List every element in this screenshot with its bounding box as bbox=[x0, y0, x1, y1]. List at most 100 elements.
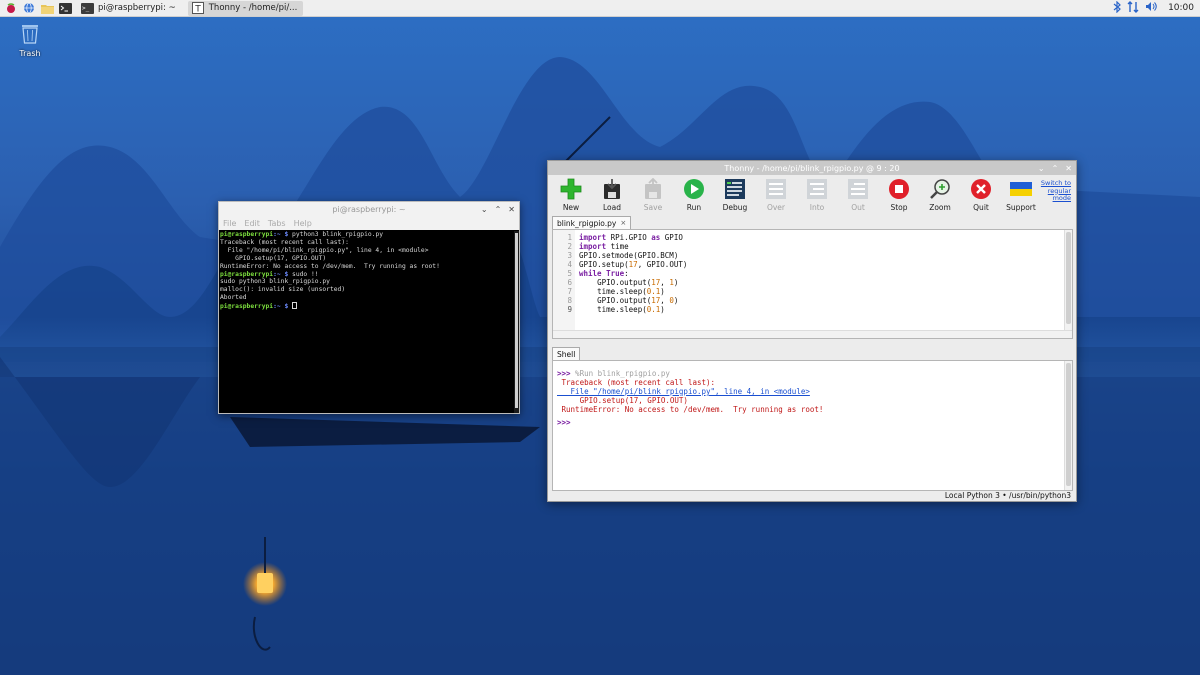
minimize-icon[interactable]: ⌄ bbox=[1038, 164, 1045, 173]
new-file-icon bbox=[560, 178, 582, 200]
terminal-launcher-icon[interactable] bbox=[58, 1, 72, 15]
thonny-icon: T bbox=[191, 1, 205, 15]
maximize-icon[interactable]: ⌃ bbox=[495, 205, 502, 214]
close-icon[interactable]: ✕ bbox=[1065, 164, 1072, 173]
desktop-trash[interactable]: Trash bbox=[14, 22, 46, 58]
run-button[interactable]: Run bbox=[676, 178, 712, 212]
step-into-button[interactable]: Into bbox=[799, 178, 835, 212]
terminal-titlebar[interactable]: pi@raspberrypi: ~ ⌄ ⌃ ✕ bbox=[219, 202, 519, 217]
code-line[interactable]: GPIO.setmode(GPIO.BCM) bbox=[579, 251, 1062, 260]
maximize-icon[interactable]: ⌃ bbox=[1052, 164, 1059, 173]
taskbar-task-label: Thonny - /home/pi/... bbox=[208, 3, 298, 13]
menu-edit[interactable]: Edit bbox=[244, 219, 260, 228]
load-button[interactable]: Load bbox=[594, 178, 630, 212]
shell-run-command: %Run blink_rpigpio.py bbox=[570, 369, 670, 378]
line-number: 9 bbox=[567, 305, 572, 314]
status-bar[interactable]: Local Python 3 • /usr/bin/python3 bbox=[548, 490, 1076, 501]
code-editor[interactable]: 123456789 import RPi.GPIO as GPIO import … bbox=[552, 229, 1073, 339]
menu-tabs[interactable]: Tabs bbox=[268, 219, 286, 228]
svg-text:T: T bbox=[194, 5, 201, 15]
tab-shell[interactable]: Shell bbox=[552, 347, 581, 360]
traceback-file-link[interactable]: File "/home/pi/blink_rpigpio.py", line 4… bbox=[557, 387, 810, 396]
minimize-icon[interactable]: ⌄ bbox=[481, 205, 488, 214]
quit-icon bbox=[971, 179, 991, 199]
code-line[interactable]: GPIO.output(17, 0) bbox=[579, 296, 1062, 305]
terminal-output[interactable]: pi@raspberrypi:~ $ python3 blink_rpigpio… bbox=[219, 231, 514, 413]
web-browser-icon[interactable] bbox=[22, 1, 36, 15]
code-text[interactable]: import RPi.GPIO as GPIO import time GPIO.s… bbox=[579, 233, 1062, 314]
tab-blink-rpigpio[interactable]: blink_rpigpio.py × bbox=[552, 216, 632, 229]
close-icon[interactable]: ✕ bbox=[508, 205, 515, 214]
terminal-menubar: File Edit Tabs Help bbox=[219, 217, 519, 230]
line-number: 4 bbox=[567, 260, 572, 269]
line-number: 5 bbox=[567, 269, 572, 278]
editor-vertical-scrollbar[interactable] bbox=[1064, 230, 1072, 330]
step-out-icon bbox=[848, 179, 868, 199]
taskbar-task-label: pi@raspberrypi: ~ bbox=[98, 3, 176, 13]
volume-icon[interactable] bbox=[1145, 1, 1158, 15]
bluetooth-icon[interactable] bbox=[1113, 0, 1121, 16]
code-line[interactable]: GPIO.setup(17, GPIO.OUT) bbox=[579, 260, 1062, 269]
code-line[interactable]: while True: bbox=[579, 269, 1062, 278]
terminal-window[interactable]: pi@raspberrypi: ~ ⌄ ⌃ ✕ File Edit Tabs H… bbox=[218, 201, 520, 414]
terminal-icon: >_ bbox=[81, 2, 94, 14]
close-tab-icon[interactable]: × bbox=[620, 219, 626, 227]
switch-mode-link[interactable]: Switch to regular mode bbox=[1037, 179, 1071, 203]
terminal-output-line: RuntimeError: No access to /dev/mem. Try… bbox=[220, 262, 440, 270]
zoom-button[interactable]: Zoom bbox=[922, 178, 958, 212]
clock[interactable]: 10:00 bbox=[1168, 3, 1194, 13]
code-line[interactable]: import time bbox=[579, 242, 1062, 251]
step-out-button[interactable]: Out bbox=[840, 178, 876, 212]
terminal-output-line: sudo python3 blink_rpigpio.py bbox=[220, 278, 330, 286]
line-number: 1 bbox=[567, 233, 572, 242]
terminal-scrollbar[interactable] bbox=[514, 231, 519, 413]
terminal-output-line: File "/home/pi/blink_rpigpio.py", line 4… bbox=[220, 246, 429, 254]
traceback-code-line: GPIO.setup(17, GPIO.OUT) bbox=[557, 396, 688, 405]
debug-button[interactable]: Debug bbox=[717, 178, 753, 212]
terminal-output-line: GPIO.setup(17, GPIO.OUT) bbox=[220, 254, 327, 262]
terminal-prompt-line: pi@raspberrypi:~ $ python3 blink_rpigpio… bbox=[220, 231, 384, 238]
line-number-gutter: 123456789 bbox=[553, 230, 575, 330]
debug-icon bbox=[725, 179, 745, 199]
new-button[interactable]: New bbox=[553, 178, 589, 212]
shell-output[interactable]: >>> %Run blink_rpigpio.py Traceback (mos… bbox=[557, 369, 1062, 427]
traceback-header: Traceback (most recent call last): bbox=[557, 378, 716, 387]
stop-button[interactable]: Stop bbox=[881, 178, 917, 212]
ukraine-flag-icon bbox=[1010, 182, 1032, 196]
shell-panel[interactable]: >>> %Run blink_rpigpio.py Traceback (mos… bbox=[552, 360, 1073, 491]
code-line[interactable]: time.sleep(0.1) bbox=[579, 305, 1062, 314]
shell-prompt[interactable]: >>> bbox=[557, 418, 571, 427]
terminal-cursor bbox=[292, 302, 298, 310]
thonny-window[interactable]: Thonny - /home/pi/blink_rpigpio.py @ 9 :… bbox=[547, 160, 1077, 502]
file-manager-icon[interactable] bbox=[40, 1, 54, 15]
support-button[interactable]: Support bbox=[1003, 178, 1039, 212]
terminal-output-line: Aborted bbox=[220, 294, 247, 302]
editor-horizontal-scrollbar[interactable] bbox=[553, 330, 1072, 338]
tab-label: Shell bbox=[557, 349, 576, 359]
menu-help[interactable]: Help bbox=[294, 219, 312, 228]
code-line[interactable]: time.sleep(0.1) bbox=[579, 287, 1062, 296]
run-icon bbox=[684, 179, 704, 199]
menu-file[interactable]: File bbox=[223, 219, 236, 228]
taskbar-task-terminal[interactable]: >_ pi@raspberrypi: ~ bbox=[78, 1, 182, 16]
line-number: 6 bbox=[567, 278, 572, 287]
stop-icon bbox=[889, 179, 909, 199]
save-icon bbox=[645, 178, 661, 199]
code-line[interactable]: GPIO.output(17, 1) bbox=[579, 278, 1062, 287]
thonny-toolbar: New Load Save Run Debug Over Into Out St… bbox=[548, 175, 1076, 215]
taskbar-task-thonny[interactable]: T Thonny - /home/pi/... bbox=[187, 0, 304, 16]
line-number: 3 bbox=[567, 251, 572, 260]
code-line[interactable]: import RPi.GPIO as GPIO bbox=[579, 233, 1062, 242]
terminal-prompt-line: pi@raspberrypi:~ $ bbox=[220, 302, 514, 311]
step-over-button[interactable]: Over bbox=[758, 178, 794, 212]
system-tray: 10:00 bbox=[1113, 0, 1200, 16]
quit-button[interactable]: Quit bbox=[963, 178, 999, 212]
zoom-icon bbox=[930, 179, 950, 199]
save-button[interactable]: Save bbox=[635, 178, 671, 212]
thonny-titlebar[interactable]: Thonny - /home/pi/blink_rpigpio.py @ 9 :… bbox=[548, 161, 1076, 175]
line-number: 7 bbox=[567, 287, 572, 296]
shell-scrollbar[interactable] bbox=[1064, 361, 1072, 490]
network-icon[interactable] bbox=[1127, 0, 1139, 16]
raspberry-menu-icon[interactable] bbox=[4, 1, 18, 15]
load-icon bbox=[604, 179, 620, 199]
